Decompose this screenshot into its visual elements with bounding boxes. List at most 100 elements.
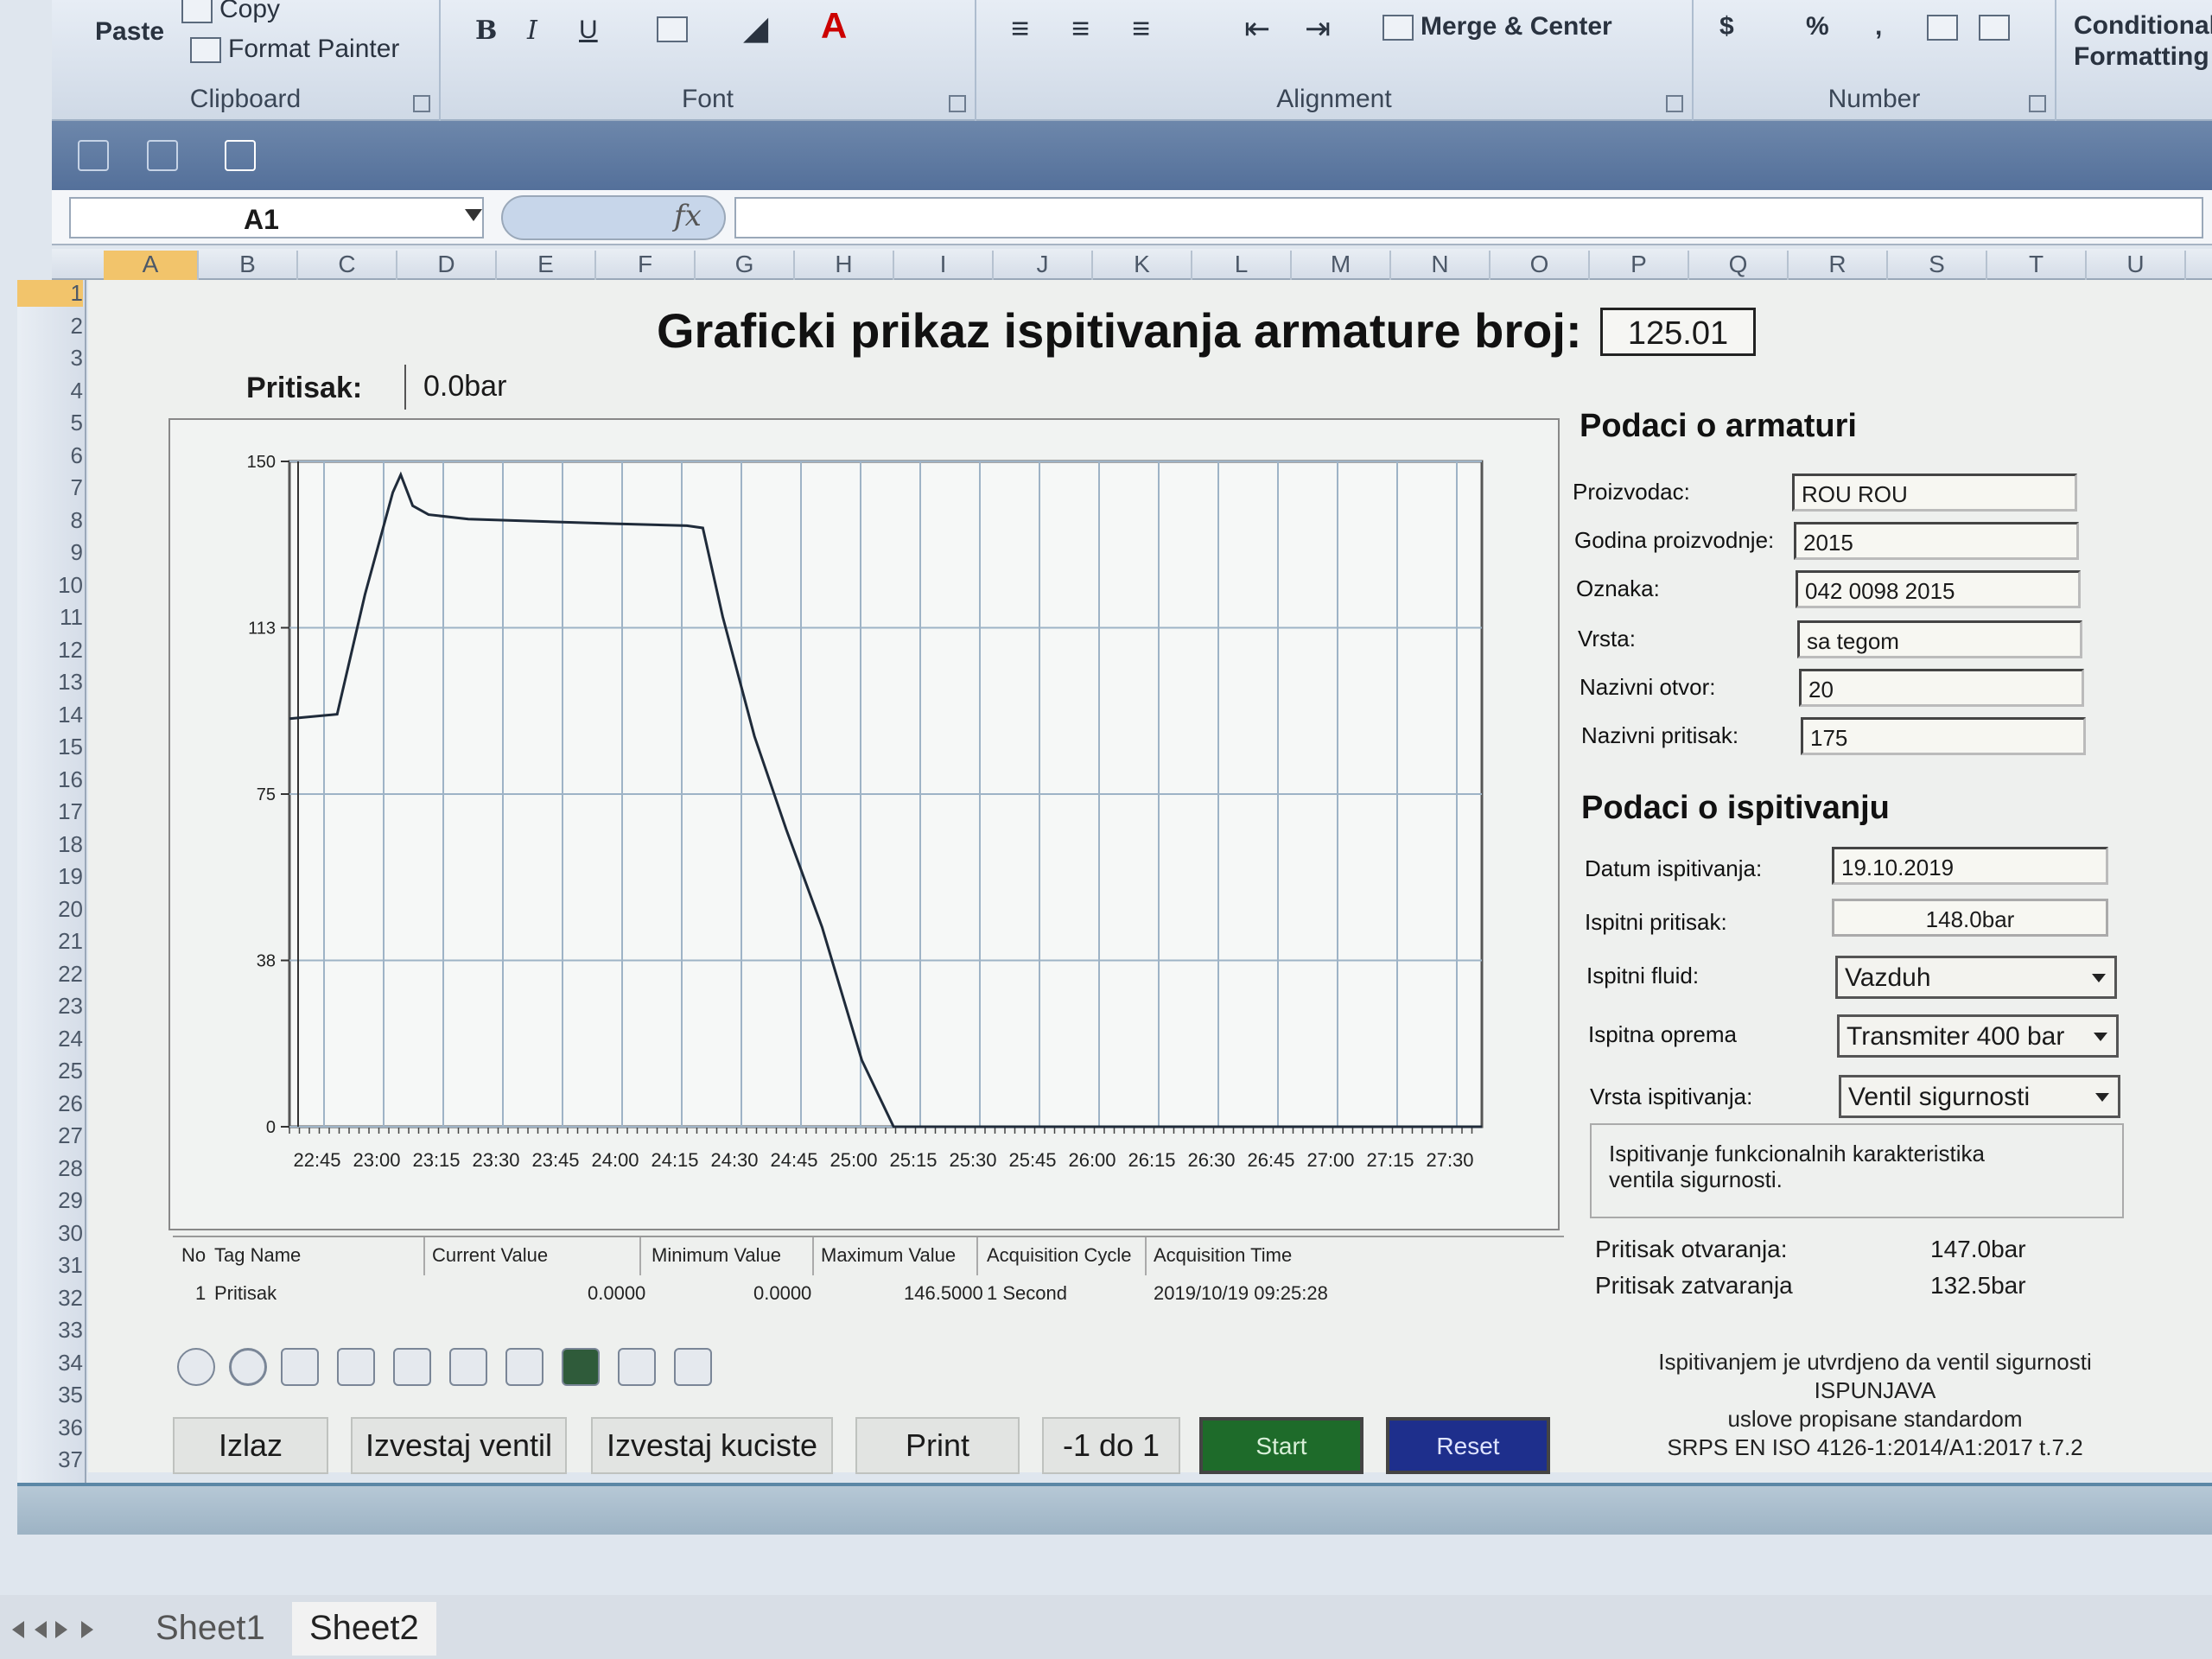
armature-field-value[interactable]: 20 bbox=[1799, 669, 2084, 707]
print-button[interactable]: Print bbox=[855, 1417, 1020, 1474]
bold-button[interactable]: B bbox=[475, 16, 497, 46]
row-header[interactable]: 15 bbox=[17, 734, 83, 760]
borders-button[interactable] bbox=[657, 14, 695, 43]
test-fluid-select[interactable]: Vazduh bbox=[1835, 956, 2117, 999]
column-header[interactable]: Q bbox=[1689, 251, 1789, 280]
column-header[interactable]: J bbox=[994, 251, 1093, 280]
align-left-button[interactable]: ≡ bbox=[1011, 10, 1029, 47]
font-launcher-icon[interactable] bbox=[949, 95, 966, 112]
column-header[interactable]: S bbox=[1888, 251, 1987, 280]
comma-button[interactable]: , bbox=[1875, 12, 1882, 41]
row-header[interactable]: 3 bbox=[17, 345, 83, 372]
row-header[interactable]: 34 bbox=[17, 1350, 83, 1376]
column-header[interactable]: O bbox=[1491, 251, 1590, 280]
valve-report-button[interactable]: Izvestaj ventil bbox=[351, 1417, 567, 1474]
row-header[interactable]: 8 bbox=[17, 507, 83, 534]
zoom-in-icon[interactable] bbox=[337, 1348, 375, 1386]
row-header[interactable]: 27 bbox=[17, 1122, 83, 1149]
row-header[interactable]: 13 bbox=[17, 669, 83, 696]
prev-sheet-icon[interactable] bbox=[35, 1621, 47, 1638]
housing-report-button[interactable]: Izvestaj kuciste bbox=[591, 1417, 833, 1474]
row-header[interactable]: 35 bbox=[17, 1382, 83, 1408]
column-header[interactable]: N bbox=[1391, 251, 1491, 280]
column-header[interactable]: E bbox=[497, 251, 596, 280]
print-preview-icon[interactable] bbox=[225, 140, 256, 171]
font-color-button[interactable]: A bbox=[821, 5, 847, 47]
column-header[interactable]: L bbox=[1192, 251, 1292, 280]
row-header[interactable]: 33 bbox=[17, 1317, 83, 1344]
pause-icon[interactable] bbox=[229, 1348, 267, 1386]
decrease-indent-button[interactable]: ⇤ bbox=[1244, 10, 1270, 47]
column-header[interactable]: R bbox=[1789, 251, 1888, 280]
increase-decimal-button[interactable] bbox=[1927, 12, 1965, 41]
row-header[interactable]: 2 bbox=[17, 313, 83, 340]
clipboard-launcher-icon[interactable] bbox=[413, 95, 430, 112]
row-header[interactable]: 37 bbox=[17, 1446, 83, 1473]
row-header[interactable]: 22 bbox=[17, 961, 83, 988]
armature-field-value[interactable]: sa tegom bbox=[1797, 620, 2082, 658]
next-sheet-icon[interactable] bbox=[55, 1621, 67, 1638]
play-icon[interactable] bbox=[177, 1348, 215, 1386]
increase-indent-button[interactable]: ⇥ bbox=[1305, 10, 1331, 47]
row-header[interactable]: 19 bbox=[17, 863, 83, 890]
row-header[interactable]: 9 bbox=[17, 539, 83, 566]
row-header[interactable]: 25 bbox=[17, 1058, 83, 1084]
row-header[interactable]: 36 bbox=[17, 1414, 83, 1441]
horizontal-scrollbar[interactable] bbox=[17, 1483, 2212, 1535]
column-header[interactable]: T bbox=[1987, 251, 2087, 280]
row-header[interactable]: 6 bbox=[17, 442, 83, 469]
column-header[interactable]: A bbox=[104, 251, 199, 280]
row-header[interactable]: 5 bbox=[17, 410, 83, 436]
zoom-area-icon[interactable] bbox=[449, 1348, 487, 1386]
row-header[interactable]: 24 bbox=[17, 1026, 83, 1052]
column-header[interactable]: C bbox=[298, 251, 397, 280]
test-pressure-field[interactable]: 148.0bar bbox=[1832, 899, 2108, 937]
row-header[interactable]: 23 bbox=[17, 993, 83, 1020]
paste-button[interactable]: Paste bbox=[95, 17, 164, 47]
redo-icon[interactable] bbox=[147, 140, 178, 171]
zoom-reset-icon[interactable] bbox=[505, 1348, 543, 1386]
print-icon[interactable] bbox=[674, 1348, 712, 1386]
grid-icon[interactable] bbox=[562, 1348, 600, 1386]
number-launcher-icon[interactable] bbox=[2029, 95, 2046, 112]
zoom-out-icon[interactable] bbox=[393, 1348, 431, 1386]
column-header[interactable]: G bbox=[696, 251, 795, 280]
row-header[interactable]: 14 bbox=[17, 702, 83, 728]
row-header[interactable]: 21 bbox=[17, 928, 83, 955]
first-sheet-icon[interactable] bbox=[12, 1621, 24, 1638]
row-header[interactable]: 16 bbox=[17, 766, 83, 793]
row-header[interactable]: 12 bbox=[17, 637, 83, 664]
test-type-select[interactable]: Ventil sigurnosti bbox=[1839, 1075, 2120, 1118]
row-header[interactable]: 29 bbox=[17, 1187, 83, 1214]
armature-field-value[interactable]: 2015 bbox=[1794, 522, 2079, 560]
reset-button[interactable]: Reset bbox=[1386, 1417, 1550, 1474]
column-header[interactable]: B bbox=[199, 251, 298, 280]
column-header[interactable]: H bbox=[795, 251, 894, 280]
last-sheet-icon[interactable] bbox=[81, 1621, 93, 1638]
armature-field-value[interactable]: 175 bbox=[1801, 717, 2086, 755]
decrease-decimal-button[interactable] bbox=[1979, 12, 2017, 41]
column-header[interactable]: F bbox=[596, 251, 696, 280]
exit-button[interactable]: Izlaz bbox=[173, 1417, 328, 1474]
insert-sheet-icon[interactable] bbox=[475, 1602, 527, 1656]
underline-button[interactable]: U bbox=[579, 16, 598, 45]
undo-icon[interactable] bbox=[78, 140, 109, 171]
row-header[interactable]: 1 bbox=[17, 280, 83, 307]
conditional-formatting-button[interactable]: Conditional Formatting bbox=[2074, 10, 2212, 73]
tab-sheet2[interactable]: Sheet2 bbox=[292, 1602, 436, 1656]
row-header[interactable]: 26 bbox=[17, 1090, 83, 1117]
row-header[interactable]: 28 bbox=[17, 1155, 83, 1182]
edit-icon[interactable] bbox=[281, 1348, 319, 1386]
row-header[interactable]: 17 bbox=[17, 798, 83, 825]
italic-button[interactable]: I bbox=[527, 16, 537, 46]
test-date-field[interactable]: 19.10.2019 bbox=[1832, 847, 2108, 885]
align-right-button[interactable]: ≡ bbox=[1132, 10, 1150, 47]
row-header[interactable]: 31 bbox=[17, 1252, 83, 1279]
armature-field-value[interactable]: 042 0098 2015 bbox=[1796, 570, 2081, 608]
armature-field-value[interactable]: ROU ROU bbox=[1792, 474, 2077, 512]
tab-sheet1[interactable]: Sheet1 bbox=[138, 1602, 283, 1656]
name-box-dropdown-icon[interactable] bbox=[465, 209, 482, 221]
row-header[interactable]: 10 bbox=[17, 572, 83, 599]
row-header[interactable]: 20 bbox=[17, 896, 83, 923]
test-equipment-select[interactable]: Transmiter 400 bar bbox=[1837, 1014, 2119, 1058]
